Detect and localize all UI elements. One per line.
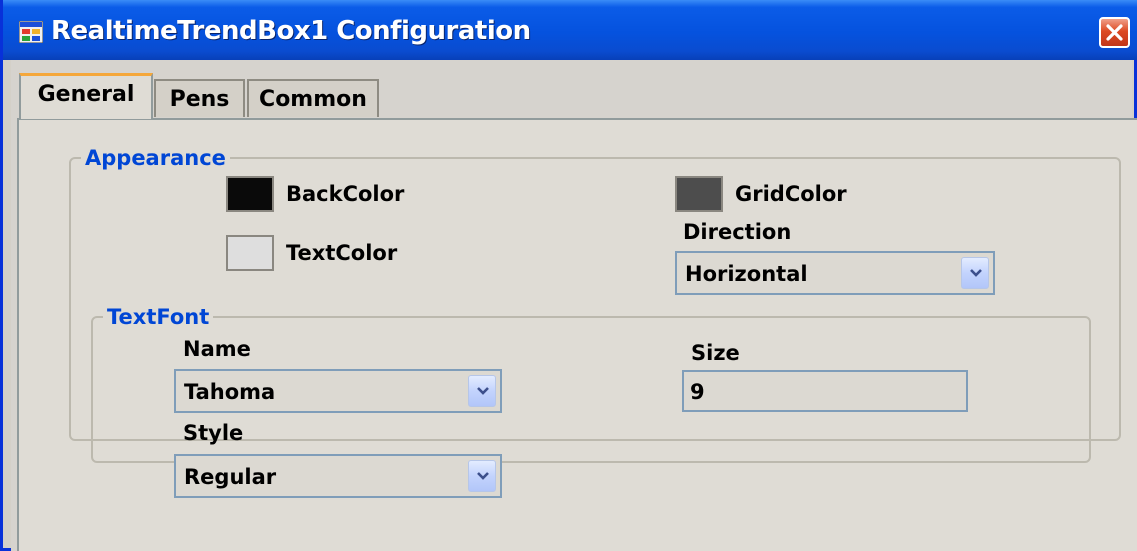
font-size-input[interactable]: 9 [682, 370, 968, 412]
close-icon [1106, 24, 1123, 41]
grid-color-swatch[interactable] [675, 176, 723, 212]
app-window-icon [18, 20, 44, 44]
back-color-swatch[interactable] [226, 176, 274, 212]
chevron-down-icon [477, 472, 489, 480]
font-style-value: Regular [184, 465, 277, 489]
font-name-dropdown[interactable]: Tahoma [174, 369, 502, 413]
text-font-legend: TextFont [107, 305, 210, 329]
back-color-label: BackColor [286, 182, 405, 206]
font-size-label: Size [691, 341, 740, 365]
font-style-dropdown-button[interactable] [468, 460, 496, 492]
direction-dropdown-button[interactable] [961, 257, 989, 289]
text-color-swatch[interactable] [226, 235, 274, 271]
font-size-value: 9 [690, 380, 705, 404]
tab-pens[interactable]: Pens [154, 79, 245, 117]
font-style-dropdown[interactable]: Regular [174, 454, 502, 498]
appearance-legend: Appearance [85, 146, 226, 170]
title-bar[interactable]: RealtimeTrendBox1 Configuration [3, 0, 1137, 60]
font-name-label: Name [183, 337, 251, 361]
direction-label: Direction [683, 220, 792, 244]
font-name-value: Tahoma [184, 380, 276, 404]
chevron-down-icon [477, 387, 489, 395]
window-title: RealtimeTrendBox1 Configuration [51, 16, 531, 46]
font-style-label: Style [183, 421, 244, 445]
general-tab-page: Appearance BackColor TextColor GridColor… [17, 118, 1137, 551]
grid-color-label: GridColor [735, 182, 847, 206]
direction-value: Horizontal [685, 262, 808, 286]
config-dialog-window: RealtimeTrendBox1 Configuration General … [0, 0, 1137, 551]
tab-general[interactable]: General [19, 73, 153, 119]
text-color-label: TextColor [286, 241, 398, 265]
chevron-down-icon [970, 269, 982, 277]
tab-common[interactable]: Common [247, 79, 379, 117]
font-name-dropdown-button[interactable] [468, 375, 496, 407]
close-button[interactable] [1099, 17, 1130, 48]
tab-strip: General Pens Common [11, 73, 1132, 123]
direction-dropdown[interactable]: Horizontal [675, 251, 995, 295]
